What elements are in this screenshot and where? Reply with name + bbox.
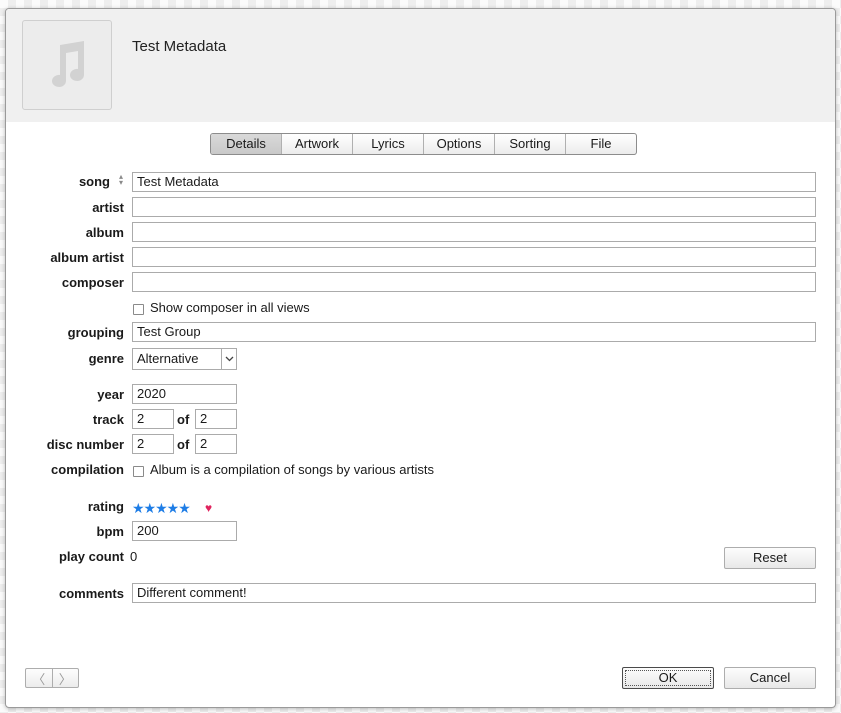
play-count-value: 0 xyxy=(130,549,138,564)
compilation-text: Album is a compilation of songs by vario… xyxy=(150,462,434,477)
track-label: track xyxy=(92,412,124,427)
sort-toggle-icon[interactable]: ▴ ▾ xyxy=(116,173,126,187)
compilation-label: compilation xyxy=(51,462,124,477)
tab-file[interactable]: File xyxy=(566,134,636,154)
composer-field[interactable] xyxy=(132,272,816,292)
comments-label: comments xyxy=(58,586,124,601)
grouping-field[interactable]: Test Group xyxy=(132,322,816,342)
song-title-heading: Test Metadata xyxy=(132,38,227,55)
tab-lyrics[interactable]: Lyrics xyxy=(353,134,424,154)
dialog-header: Test Metadata xyxy=(6,9,835,122)
disc-number-label: disc number xyxy=(46,437,124,452)
song-field[interactable]: Test Metadata xyxy=(132,172,816,192)
cancel-button[interactable]: Cancel xyxy=(724,667,816,689)
music-note-icon xyxy=(52,41,84,87)
bpm-field[interactable]: 200 xyxy=(132,521,237,541)
ok-button[interactable]: OK xyxy=(622,667,714,689)
genre-label: genre xyxy=(88,351,124,366)
grouping-label: grouping xyxy=(67,325,124,340)
disc-total-field[interactable]: 2 xyxy=(195,434,237,454)
tab-details[interactable]: Details xyxy=(211,134,282,154)
show-composer-checkbox[interactable] xyxy=(133,304,144,315)
genre-value: Alternative xyxy=(137,351,199,366)
heart-icon[interactable]: ♥ xyxy=(205,500,212,516)
compilation-checkbox[interactable] xyxy=(133,466,144,477)
tab-options[interactable]: Options xyxy=(424,134,495,154)
track-navigation: 〈 〉 xyxy=(25,668,79,688)
tab-bar: Details Artwork Lyrics Options Sorting F… xyxy=(210,133,637,155)
rating-label: rating xyxy=(87,499,124,514)
tab-sorting[interactable]: Sorting xyxy=(495,134,566,154)
artist-label: artist xyxy=(92,200,124,215)
chevron-right-icon[interactable]: 〉 xyxy=(53,669,79,687)
show-composer-text: Show composer in all views xyxy=(150,300,310,315)
genre-select[interactable]: Alternative xyxy=(132,348,237,370)
play-count-label: play count xyxy=(58,549,124,564)
disc-number-field[interactable]: 2 xyxy=(132,434,174,454)
reset-button[interactable]: Reset xyxy=(724,547,816,569)
comments-field[interactable]: Different comment! xyxy=(132,583,816,603)
star-rating[interactable]: ★★★★★ xyxy=(132,500,191,516)
composer-label: composer xyxy=(61,275,124,290)
chevron-down-icon[interactable] xyxy=(221,349,236,369)
track-of-label: of xyxy=(177,412,190,427)
album-field[interactable] xyxy=(132,222,816,242)
track-total-field[interactable]: 2 xyxy=(195,409,237,429)
disc-of-label: of xyxy=(177,437,190,452)
get-info-dialog: Test Metadata Details Artwork Lyrics Opt… xyxy=(5,8,836,708)
year-label: year xyxy=(97,387,124,402)
album-artwork[interactable] xyxy=(22,20,112,110)
year-field[interactable]: 2020 xyxy=(132,384,237,404)
album-label: album xyxy=(85,225,124,240)
tab-artwork[interactable]: Artwork xyxy=(282,134,353,154)
track-number-field[interactable]: 2 xyxy=(132,409,174,429)
bpm-label: bpm xyxy=(96,524,124,539)
chevron-left-icon[interactable]: 〈 xyxy=(26,669,53,687)
song-label: song xyxy=(78,174,110,189)
album-artist-field[interactable] xyxy=(132,247,816,267)
artist-field[interactable] xyxy=(132,197,816,217)
album-artist-label: album artist xyxy=(50,250,124,265)
